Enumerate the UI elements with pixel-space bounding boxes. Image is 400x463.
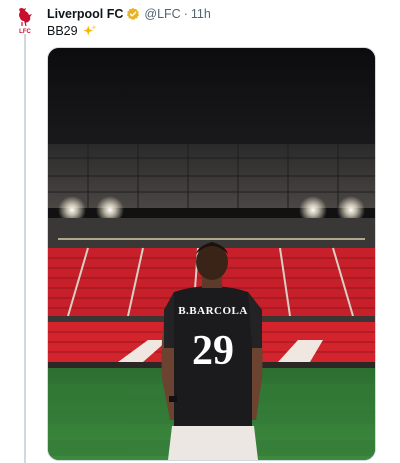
stadium-photo: B.BARCOLA 29 [48,48,375,460]
author-handle[interactable]: @LFC [144,7,180,21]
shirt-number-label: 29 [192,328,234,374]
separator-dot: · [183,7,188,21]
svg-text:LFC: LFC [19,29,31,34]
tweet-timestamp[interactable]: 11h [191,7,211,21]
verified-badge-icon[interactable] [126,7,140,21]
tweet-body: BB29 [47,24,97,38]
tweet-text: BB29 [47,24,78,38]
liver-bird-icon: LFC [19,8,32,35]
sparkle-stars-icon [83,24,96,36]
tweet-media-photo[interactable]: B.BARCOLA 29 [47,47,376,461]
shirt-name-label: B.BARCOLA [178,305,248,317]
author-name[interactable]: Liverpool FC [47,7,123,21]
thread-line [24,34,26,463]
lfc-crest-avatar[interactable]: LFC [12,6,38,35]
tweet-header: Liverpool FC @LFC · 11h [47,5,211,23]
